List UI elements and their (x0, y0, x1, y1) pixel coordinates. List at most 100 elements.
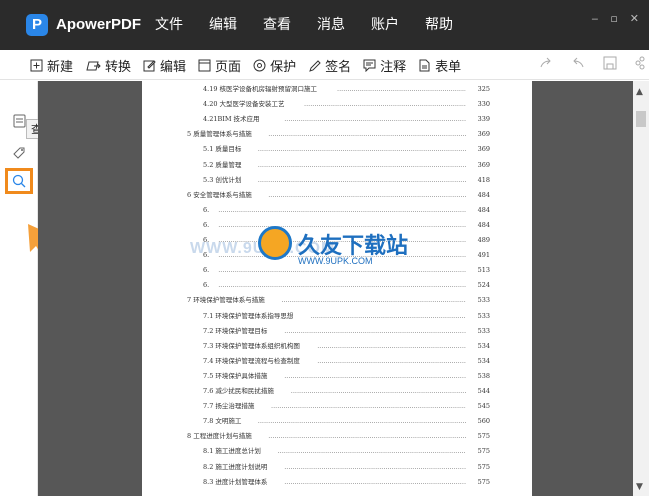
toc-title: 6. (203, 205, 210, 214)
toc-page-number: 339 (477, 115, 490, 124)
toc-title: 7.4 环境保护管理流程与检查制度 (203, 356, 300, 365)
toc-title: 4.19 核医学设备机房辐射预留洞口施工 (203, 85, 318, 93)
protect-button[interactable]: 保护 (253, 56, 296, 75)
tool-group: 新建 转换 编辑 页面 保护 签名 注释 表单 (30, 56, 473, 75)
toc-page-number: 575 (477, 477, 490, 486)
menu-edit[interactable]: 编辑 (209, 16, 237, 34)
watermark: WWW.9UPK.COM 久友下载站 WWW.9UPK.COM (170, 226, 470, 274)
toc-leader-dots: ........................................… (284, 115, 466, 124)
toc-page-number: 575 (477, 462, 490, 471)
maximize-icon[interactable]: ▫ (610, 12, 617, 25)
toc-leader-dots: ........................................… (290, 387, 466, 395)
toc-leader-dots: ........................................… (317, 356, 466, 365)
toc-page-number: 369 (477, 160, 490, 169)
convert-label: 转换 (105, 60, 132, 75)
toc-title: 8 工程进度计划与措施 (187, 432, 252, 441)
toc-page-number: 544 (477, 387, 490, 395)
page-icon (198, 59, 211, 72)
toc-title: 5.2 质量管理 (203, 160, 242, 169)
pdf-page: 4.19 核医学设备机房辐射预留洞口施工....................… (142, 81, 532, 496)
toc-leader-dots: ........................................… (317, 341, 466, 350)
share-icon[interactable] (635, 56, 645, 70)
toc-page-number: 513 (477, 266, 490, 275)
close-icon[interactable]: ✕ (630, 12, 639, 25)
undo-icon[interactable] (571, 56, 585, 70)
toc-page-number: 484 (477, 190, 490, 199)
form-button[interactable]: 表单 (418, 56, 461, 75)
convert-button[interactable]: 转换 (85, 56, 131, 75)
toc-leader-dots: ........................................… (218, 205, 466, 214)
toc-title: 7.5 环境保护具体措施 (203, 371, 268, 380)
toc-title: 5 质量管理体系与措施 (187, 130, 252, 139)
form-icon (419, 59, 430, 72)
menu-help[interactable]: 帮助 (425, 16, 453, 34)
toc-title: 8.1 施工进度总计划 (203, 447, 261, 456)
page-button[interactable]: 页面 (198, 56, 241, 75)
scroll-up-icon[interactable]: ▲ (636, 87, 643, 97)
toc-page-number: 533 (477, 296, 490, 305)
redo-icon[interactable] (539, 56, 553, 70)
edit-icon (143, 60, 156, 72)
window-controls: ‒ ▫ ✕ (591, 12, 639, 25)
toc-title: 7.8 文明施工 (203, 417, 242, 426)
convert-icon (86, 61, 101, 71)
title-bar: P ApowerPDF 文件 编辑 查看 消息 账户 帮助 ‒ ▫ ✕ (0, 0, 649, 50)
toc-page-number: 534 (477, 341, 490, 350)
edit-button[interactable]: 编辑 (143, 56, 186, 75)
toc-page-number: 560 (477, 417, 490, 426)
watermark-logo (258, 226, 292, 260)
toc-leader-dots: ........................................… (304, 100, 466, 109)
minimize-icon[interactable]: ‒ (591, 12, 598, 25)
scroll-down-icon[interactable]: ▼ (636, 482, 643, 492)
new-label: 新建 (47, 60, 74, 75)
app-logo: P (26, 14, 48, 36)
toc-title: 8.3 进度计划管理体系 (203, 477, 268, 486)
toc-page-number: 489 (477, 236, 490, 244)
toc-page-number: 418 (477, 175, 490, 184)
search-icon (12, 174, 26, 188)
toolbar-right (539, 56, 645, 70)
toc-title: 7 环境保护管理体系与措施 (187, 296, 265, 305)
menu-file[interactable]: 文件 (155, 16, 183, 34)
vertical-scrollbar[interactable]: ▲ ▼ (633, 81, 649, 496)
watermark-subtitle: WWW.9UPK.COM (298, 256, 373, 266)
form-label: 表单 (435, 60, 462, 75)
toc-leader-dots: ........................................… (337, 85, 466, 93)
toc-page-number: 369 (477, 130, 490, 139)
apowerpdf-window: P ApowerPDF 文件 编辑 查看 消息 账户 帮助 ‒ ▫ ✕ 新建 转… (0, 0, 649, 504)
toc-leader-dots: ........................................… (284, 477, 466, 486)
toc-leader-dots: ........................................… (257, 145, 466, 154)
menu-account[interactable]: 账户 (371, 16, 399, 34)
scroll-thumb[interactable] (636, 111, 646, 127)
menu-bar: 文件 编辑 查看 消息 账户 帮助 (155, 16, 479, 34)
toc-leader-dots: ........................................… (257, 160, 466, 169)
bookmark-button[interactable] (10, 143, 28, 161)
toc-title: 8.2 施工进度计划说明 (203, 462, 268, 471)
toc-leader-dots: ........................................… (268, 190, 466, 199)
save-icon[interactable] (603, 56, 617, 70)
toc-title: 7.1 环境保护管理体系指导思想 (203, 311, 294, 320)
toc-title: 7.3 环境保护管理体系组织机构图 (203, 341, 300, 350)
toc-page-number: 491 (477, 251, 490, 260)
toc-page-number: 484 (477, 205, 490, 214)
menu-messages[interactable]: 消息 (317, 16, 345, 34)
toc-leader-dots: ........................................… (310, 311, 466, 320)
toc-page-number: 330 (477, 100, 490, 109)
document-viewport[interactable]: 4.19 核医学设备机房辐射预留洞口施工....................… (38, 81, 633, 496)
menu-view[interactable]: 查看 (263, 16, 291, 34)
page-label: 页面 (215, 60, 242, 75)
sign-button[interactable]: 签名 (308, 56, 351, 75)
toc-leader-dots: ........................................… (284, 371, 466, 380)
toc-title: 7.7 扬尘治理措施 (203, 402, 255, 411)
pen-icon (309, 60, 321, 72)
protect-label: 保护 (270, 60, 297, 75)
toc-title: 5.1 质量目标 (203, 145, 242, 154)
comment-button[interactable]: 注释 (363, 56, 406, 75)
toc-leader-dots: ........................................… (218, 281, 466, 290)
find-text-button[interactable] (10, 172, 28, 190)
toc-page-number: 325 (477, 85, 490, 93)
bookmark-icon (13, 147, 25, 159)
shield-icon (253, 59, 266, 72)
app-name: ApowerPDF (56, 16, 142, 33)
new-button[interactable]: 新建 (30, 56, 73, 75)
